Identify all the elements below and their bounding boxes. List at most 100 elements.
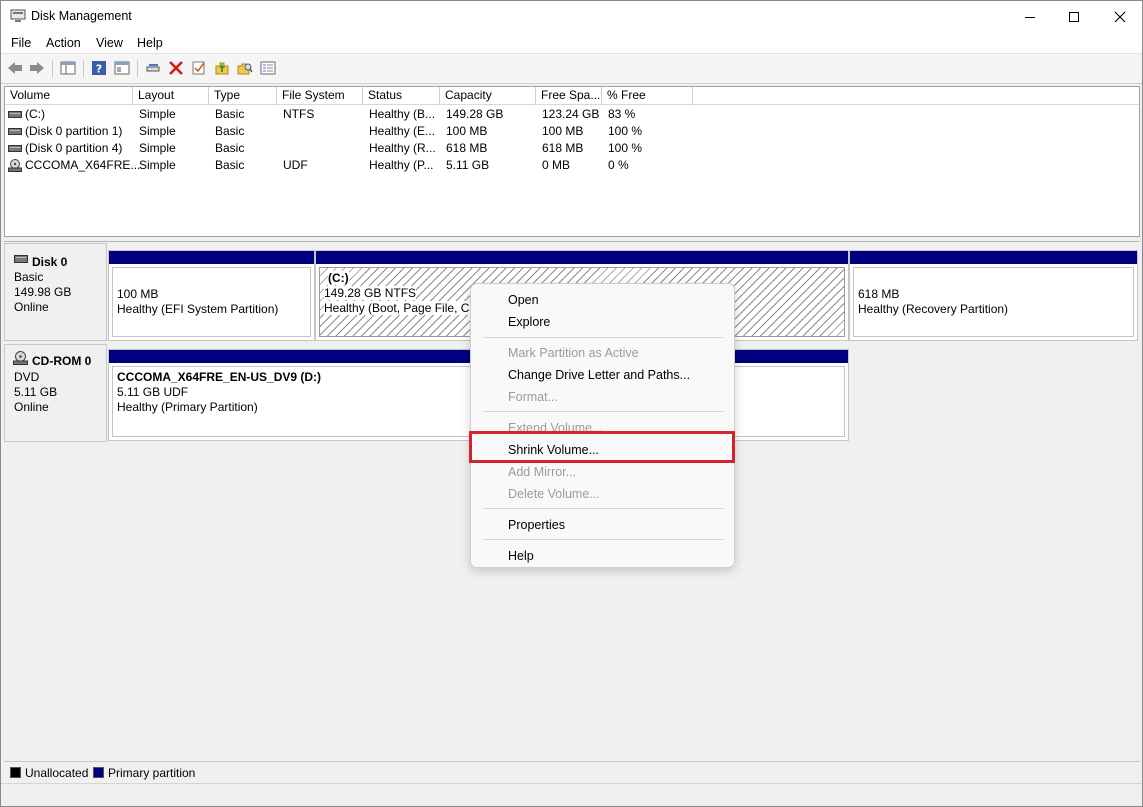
close-button[interactable] — [1097, 1, 1143, 32]
menu-item-explore[interactable]: Explore — [508, 315, 550, 329]
refresh-icon — [215, 62, 229, 75]
cell-status: Healthy (E... — [369, 124, 436, 138]
cell-status: Healthy (R... — [369, 141, 436, 155]
column-header-free-space[interactable]: Free Spa... — [536, 87, 602, 105]
volume-list-header: Volume Layout Type File System Status Ca… — [5, 87, 1139, 105]
menu-item-change-drive-letter[interactable]: Change Drive Letter and Paths... — [508, 368, 690, 382]
legend-unallocated: Unallocated — [25, 766, 89, 780]
search-button[interactable] — [236, 59, 254, 77]
column-header-status[interactable]: Status — [363, 87, 440, 105]
disk-0-kind: Basic — [14, 270, 44, 284]
delete-button[interactable] — [167, 59, 185, 77]
toolbar-separator — [83, 60, 84, 77]
minimize-icon — [1025, 16, 1035, 18]
close-icon — [1114, 11, 1126, 22]
disk-0-label[interactable]: Disk 0 Basic 149.98 GB Online — [4, 243, 107, 341]
partition-status: Healthy (Boot, Page File, Cra — [324, 301, 481, 315]
menu-action[interactable]: Action — [46, 36, 81, 50]
primary-partition-bar — [316, 251, 848, 264]
cell-free-space: 618 MB — [542, 141, 584, 155]
console-button[interactable] — [259, 59, 277, 77]
dvd-drive-icon — [13, 351, 28, 365]
menu-separator — [483, 411, 723, 412]
properties-button[interactable] — [113, 59, 131, 77]
cell-type: Basic — [215, 124, 245, 138]
partition-body: 618 MB Healthy (Recovery Partition) — [853, 267, 1134, 337]
shrink-volume-highlight — [469, 431, 735, 463]
volume-row-disk0-partition4[interactable]: (Disk 0 partition 4) Simple Basic Health… — [5, 140, 705, 157]
show-hide-console-tree-button[interactable] — [59, 59, 77, 77]
cdrom-0-state: Online — [14, 400, 49, 414]
menu-item-format: Format... — [508, 390, 559, 404]
partition-title: CCCOMA_X64FRE_EN-US_DV9 (D:) — [117, 370, 322, 384]
column-header-type[interactable]: Type — [209, 87, 277, 105]
maximize-icon — [1069, 11, 1079, 22]
cell-type: Basic — [215, 158, 245, 172]
menu-item-help[interactable]: Help — [508, 549, 534, 563]
forward-button[interactable] — [28, 59, 46, 77]
toolbar: ? — [1, 54, 1142, 84]
back-button[interactable] — [6, 59, 24, 77]
menu-separator — [483, 539, 723, 540]
cell-percent-free: 100 % — [608, 124, 643, 138]
menu-item-properties[interactable]: Properties — [508, 518, 565, 532]
check-button[interactable] — [190, 59, 208, 77]
partition-recovery[interactable]: 618 MB Healthy (Recovery Partition) — [849, 250, 1138, 341]
drive-icon — [8, 128, 22, 135]
partition-body: 100 MB Healthy (EFI System Partition) — [112, 267, 311, 337]
cdrom-0-label[interactable]: CD-ROM 0 DVD 5.11 GB Online — [4, 344, 107, 442]
connect-button[interactable] — [144, 59, 162, 77]
cell-percent-free: 0 % — [608, 158, 629, 172]
partition-size: 149.28 GB NTFS — [324, 286, 417, 300]
cell-percent-free: 83 % — [608, 107, 636, 121]
column-header-capacity[interactable]: Capacity — [440, 87, 536, 105]
cell-free-space: 123.24 GB — [542, 107, 600, 121]
properties-icon — [114, 61, 130, 75]
title-bar: Disk Management — [1, 1, 1142, 32]
menu-item-mark-partition-active: Mark Partition as Active — [508, 346, 639, 360]
cdrom-0-size: 5.11 GB — [14, 385, 58, 399]
cell-status: Healthy (B... — [369, 107, 436, 121]
check-icon — [192, 61, 205, 75]
primary-partition-bar — [109, 251, 314, 264]
menu-help[interactable]: Help — [137, 36, 163, 50]
cdrom-0-name: CD-ROM 0 — [32, 354, 92, 368]
delete-icon — [169, 61, 183, 75]
connect-icon — [146, 64, 160, 72]
cell-file-system: UDF — [283, 158, 308, 172]
cell-free-space: 100 MB — [542, 124, 584, 138]
drive-icon — [8, 111, 22, 118]
menu-separator — [483, 508, 723, 509]
cell-status: Healthy (P... — [369, 158, 434, 172]
search-icon — [237, 63, 253, 75]
maximize-button[interactable] — [1051, 1, 1097, 32]
cell-capacity: 5.11 GB — [446, 158, 490, 172]
column-header-file-system[interactable]: File System — [277, 87, 363, 105]
menu-view[interactable]: View — [96, 36, 123, 50]
status-bar — [1, 783, 1142, 806]
toolbar-separator — [137, 60, 138, 77]
disk-icon — [14, 255, 28, 263]
column-header-volume[interactable]: Volume — [5, 87, 133, 105]
cell-layout: Simple — [139, 124, 176, 138]
dvd-drive-icon — [8, 159, 22, 172]
partition-size: 618 MB — [858, 287, 900, 301]
cell-type: Basic — [215, 107, 245, 121]
menu-item-open[interactable]: Open — [508, 293, 539, 307]
column-header-layout[interactable]: Layout — [133, 87, 209, 105]
column-header-percent-free[interactable]: % Free — [602, 87, 693, 105]
console-icon — [260, 61, 276, 75]
help-icon: ? — [92, 61, 106, 76]
cell-capacity: 100 MB — [446, 124, 488, 138]
volume-row-dvd[interactable]: CCCOMA_X64FRE... Simple Basic UDF Health… — [5, 157, 705, 174]
partition-efi[interactable]: 100 MB Healthy (EFI System Partition) — [108, 250, 315, 341]
svg-text:?: ? — [96, 63, 102, 76]
minimize-button[interactable] — [1007, 1, 1053, 32]
refresh-button[interactable] — [213, 59, 231, 77]
menu-item-add-mirror: Add Mirror... — [508, 465, 577, 479]
menu-file[interactable]: File — [11, 36, 31, 50]
volume-row-disk0-partition1[interactable]: (Disk 0 partition 1) Simple Basic Health… — [5, 123, 705, 140]
help-button[interactable]: ? — [90, 59, 108, 77]
partition-size: 100 MB — [117, 287, 159, 301]
volume-row-c[interactable]: (C:) Simple Basic NTFS Healthy (B... 149… — [5, 106, 705, 123]
